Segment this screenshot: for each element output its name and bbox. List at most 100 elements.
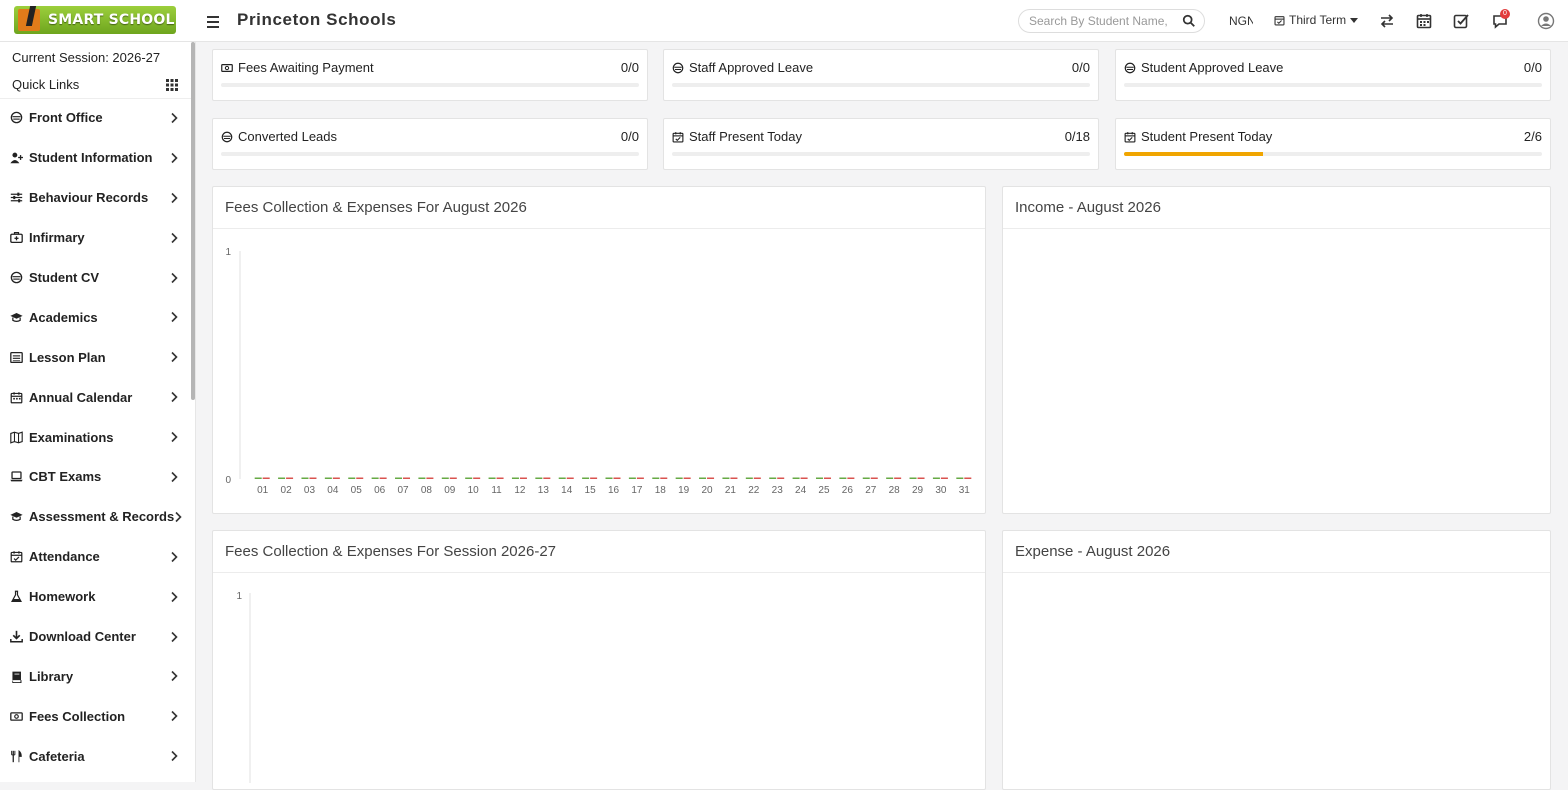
chart-bar xyxy=(441,477,449,479)
desk-icon xyxy=(10,112,23,124)
chart-bar xyxy=(496,477,504,479)
chart-bar xyxy=(917,477,925,479)
x-tick-label: 01 xyxy=(257,485,269,496)
grid-icon xyxy=(166,78,178,91)
search-icon[interactable] xyxy=(1182,14,1196,28)
stat-card-staff-present-today: Staff Present Today 0/18 xyxy=(663,118,1099,170)
stat-card-fees-awaiting-payment: Fees Awaiting Payment 0/0 xyxy=(212,49,648,101)
sidebar-item-label: Behaviour Records xyxy=(29,190,149,206)
x-tick-label: 13 xyxy=(538,485,550,496)
x-tick-label: 20 xyxy=(701,485,713,496)
sidebar-item-examinations[interactable]: Examinations xyxy=(0,417,190,457)
chart-bar xyxy=(418,477,426,479)
sidebar-item-academics[interactable]: Academics xyxy=(0,297,190,337)
utensils-icon xyxy=(11,749,22,762)
fees-month-title: Fees Collection & Expenses For August 20… xyxy=(225,199,527,216)
sidebar-item-homework[interactable]: Homework xyxy=(0,577,190,617)
x-tick-label: 24 xyxy=(795,485,807,496)
graduation-cap-icon xyxy=(10,312,23,322)
caret-down-icon xyxy=(1350,18,1359,23)
chart-bar xyxy=(511,477,519,479)
currency-selector[interactable]: NGN xyxy=(1229,14,1253,28)
briefcase-medical-icon xyxy=(10,232,23,244)
exchange-icon[interactable] xyxy=(1378,12,1396,30)
sidebar-item-label: Cafeteria xyxy=(29,748,85,764)
stat-value: 0/0 xyxy=(620,129,639,144)
chart-bar xyxy=(745,477,753,479)
sidebar-item-student-cv[interactable]: Student CV xyxy=(0,258,190,298)
chart-bar xyxy=(800,477,808,479)
menu-toggle-button[interactable] xyxy=(205,13,221,29)
panel-divider xyxy=(1003,228,1550,229)
flask-icon xyxy=(11,590,22,603)
x-tick-label: 19 xyxy=(678,485,690,496)
logo-book-icon xyxy=(14,6,48,34)
chart-bar xyxy=(519,477,527,479)
x-tick-label: 15 xyxy=(585,485,597,496)
x-tick-label: 22 xyxy=(748,485,760,496)
sidebar-item-cafeteria[interactable]: Cafeteria xyxy=(0,736,190,776)
sidebar-item-annual-calendar[interactable]: Annual Calendar xyxy=(0,377,190,417)
money-icon xyxy=(10,711,23,721)
desk-icon xyxy=(221,131,233,142)
stat-progress-bar xyxy=(1124,152,1542,156)
chart-bar xyxy=(356,477,364,479)
stat-card-student-approved-leave: Student Approved Leave 0/0 xyxy=(1115,49,1551,101)
chart-bar xyxy=(278,477,286,479)
sidebar-item-cbt-exams[interactable]: CBT Exams xyxy=(0,457,190,497)
sidebar-item-download-center[interactable]: Download Center xyxy=(0,617,190,657)
chart-bar xyxy=(348,477,356,479)
user-avatar-icon[interactable] xyxy=(1537,12,1555,30)
x-tick-label: 21 xyxy=(725,485,737,496)
stat-label: Staff Present Today xyxy=(689,129,802,144)
sidebar-item-assessment-records[interactable]: Assessment & Records xyxy=(0,497,190,537)
user-plus-icon xyxy=(10,152,23,164)
stat-value: 0/18 xyxy=(1064,129,1090,144)
calendar-check-icon xyxy=(672,131,684,142)
sidebar-item-attendance[interactable]: Attendance xyxy=(0,537,190,577)
chevron-right-icon xyxy=(171,152,178,163)
x-tick-label: 31 xyxy=(959,485,971,496)
stat-card-staff-approved-leave: Staff Approved Leave 0/0 xyxy=(663,49,1099,101)
task-check-icon[interactable] xyxy=(1452,12,1470,30)
expense-panel: Expense - August 2026 xyxy=(1002,530,1551,790)
sidebar-scrollbar[interactable] xyxy=(191,42,195,400)
y-tick-label: 1 xyxy=(236,591,242,602)
fees-month-chart: 1001 02 03 04 05 06 07 08 09 10 11 12 13 14 15 16 17 18 19… xyxy=(225,247,972,496)
stat-title: Fees Awaiting Payment xyxy=(221,60,374,75)
current-session: Current Session: 2026-27 xyxy=(12,50,161,65)
chart-bar xyxy=(426,477,434,479)
fees-session-panel: Fees Collection & Expenses For Session 2… xyxy=(212,530,986,790)
chart-bar xyxy=(332,477,340,479)
sidebar-item-behaviour-records[interactable]: Behaviour Records xyxy=(0,178,190,218)
sidebar-item-infirmary[interactable]: Infirmary xyxy=(0,218,190,258)
chart-bar xyxy=(886,477,894,479)
quick-links[interactable]: Quick Links xyxy=(12,77,178,92)
chevron-right-icon xyxy=(171,112,178,124)
sidebar-item-front-office[interactable]: Front Office xyxy=(0,98,190,138)
chart-bar xyxy=(909,477,917,479)
sidebar-item-library[interactable]: Library xyxy=(0,656,190,696)
top-bar: SMART SCHOOL Princeton Schools NGN Third… xyxy=(0,0,1568,42)
sidebar-item-fees-collection[interactable]: Fees Collection xyxy=(0,696,190,736)
chart-bar xyxy=(847,477,855,479)
desk-icon xyxy=(672,62,684,73)
sidebar-item-lesson-plan[interactable]: Lesson Plan xyxy=(0,337,190,377)
stat-progress-bar xyxy=(1124,83,1542,87)
money-icon xyxy=(221,63,233,72)
chevron-right-icon xyxy=(171,471,178,483)
sidebar-item-label: CBT Exams xyxy=(29,469,102,485)
chart-bar xyxy=(683,477,691,479)
sidebar-item-student-information[interactable]: Student Information xyxy=(0,138,190,178)
smart-school-logo[interactable]: SMART SCHOOL xyxy=(14,6,176,34)
stat-label: Student Approved Leave xyxy=(1141,60,1284,75)
stat-value: 0/0 xyxy=(620,60,639,75)
chevron-right-icon xyxy=(171,751,178,762)
search-input[interactable] xyxy=(1029,14,1179,28)
chart-bar xyxy=(262,477,270,479)
chart-bar xyxy=(535,477,543,479)
calendar-icon[interactable] xyxy=(1415,12,1433,30)
chevron-right-icon xyxy=(171,192,178,203)
term-dropdown[interactable]: Third Term xyxy=(1274,13,1359,27)
stat-title: Staff Approved Leave xyxy=(672,60,813,75)
